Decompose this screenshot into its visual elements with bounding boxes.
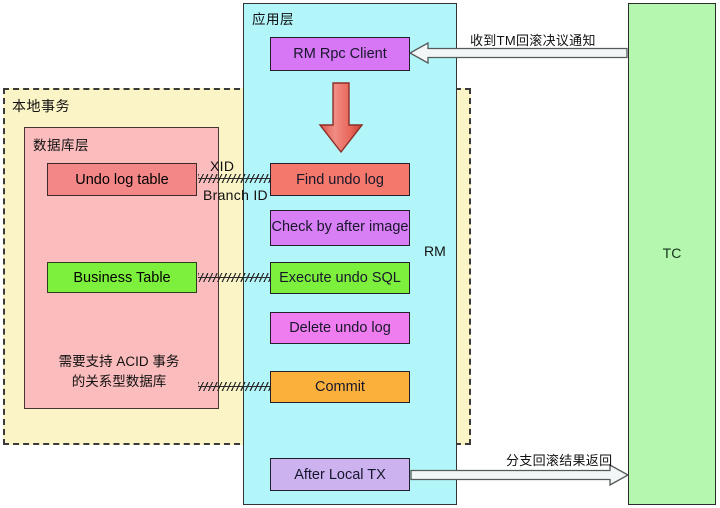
step-commit: Commit <box>270 371 410 403</box>
step-execute-undo-sql: Execute undo SQL <box>270 262 410 294</box>
database-requirement-note-line1: 需要支持 ACID 事务 <box>58 354 180 369</box>
undo-log-table-node: Undo log table <box>47 163 197 196</box>
transaction-coordinator-label: TC <box>662 245 682 261</box>
branch-rollback-result-label: 分支回滚结果返回 <box>506 453 613 468</box>
step-rm-rpc-client: RM Rpc Client <box>270 37 410 71</box>
business-table-node: Business Table <box>47 262 197 293</box>
branch-id-label: Branch ID <box>203 187 268 203</box>
step-find-undo-log: Find undo log <box>270 163 410 196</box>
connector-business-table <box>198 273 270 282</box>
diagram-canvas: 本地事务 数据库层 Undo log table Business Table … <box>0 0 720 508</box>
local-transaction-label: 本地事务 <box>12 98 70 114</box>
step-delete-undo-log: Delete undo log <box>270 312 410 344</box>
down-arrow-icon <box>318 82 364 154</box>
step-check-by-after-image: Check by after image <box>270 210 410 246</box>
connector-undo-log <box>198 174 270 183</box>
database-layer-label: 数据库层 <box>33 138 89 153</box>
step-after-local-tx: After Local TX <box>270 458 410 491</box>
tm-rollback-notice-label: 收到TM回滚决议通知 <box>470 33 596 48</box>
rm-component-label: RM <box>424 243 446 259</box>
application-layer-label: 应用层 <box>252 12 294 27</box>
connector-commit <box>198 382 270 391</box>
xid-label: XID <box>210 158 235 174</box>
database-requirement-note: 需要支持 ACID 事务 的关系型数据库 <box>34 352 204 393</box>
database-requirement-note-line2: 的关系型数据库 <box>71 374 167 390</box>
